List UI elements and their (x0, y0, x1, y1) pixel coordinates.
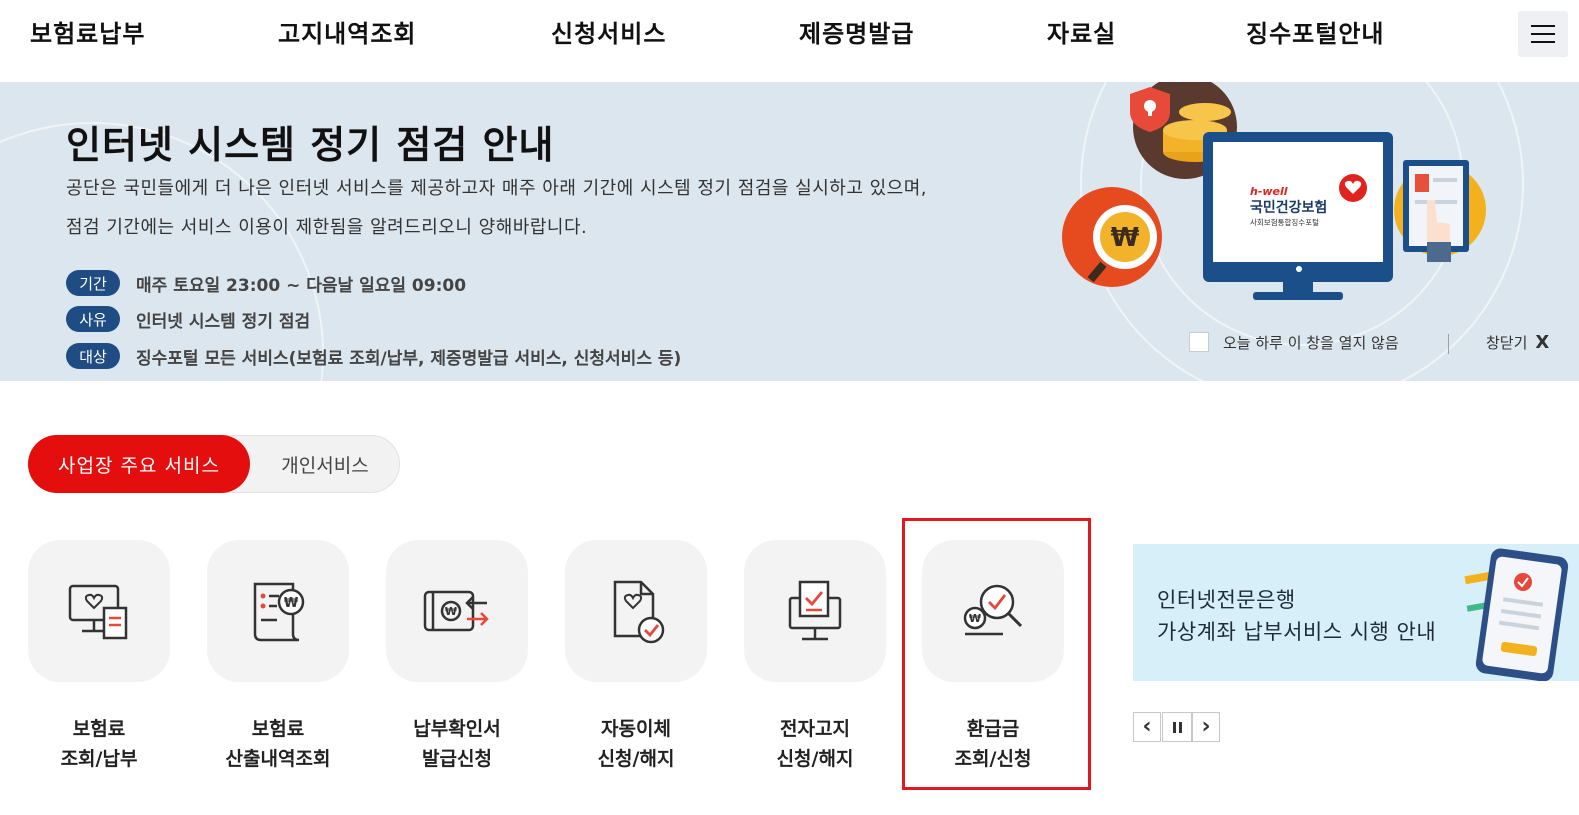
notice-banner: 인터넷 시스템 정기 점검 안내 공단은 국민들에게 더 나은 인터넷 서비스를… (0, 82, 1579, 381)
carousel-next-button[interactable]: › (1192, 712, 1220, 742)
service-label: 자동이체 신청/해지 (545, 714, 727, 774)
computer-check-icon (788, 580, 842, 641)
phone-bill-icon (1464, 548, 1569, 681)
document-check-icon (613, 580, 665, 644)
magnifier-won-icon: ₩ (963, 584, 1023, 636)
monitor-receipt-icon (68, 584, 128, 640)
service-label: 납부확인서 발급신청 (366, 714, 548, 774)
chevron-right-icon: › (1201, 714, 1211, 739)
notice-description-line2: 점검 기간에는 서비스 이용이 제한됨을 알려드리오니 양해바랍니다. (66, 217, 588, 238)
tab-personal-services[interactable]: 개인서비스 (251, 436, 399, 492)
service-label: 전자고지 신청/해지 (724, 714, 906, 774)
reason-tag: 사유 (66, 306, 120, 332)
hamburger-icon (1531, 25, 1555, 27)
card-won-transfer-icon: ₩ (423, 590, 489, 632)
service-tabs: 사업장 주요 서비스 개인서비스 (28, 435, 400, 493)
service-refund-inquiry[interactable]: ₩ 환급금 조회/신청 (922, 540, 1064, 770)
service-label: 보험료 산출내역조회 (187, 714, 369, 774)
notice-reason-row: 사유 인터넷 시스템 정기 점검 (66, 306, 310, 332)
close-banner-label: 창닫기 (1486, 333, 1528, 352)
service-label-line2: 발급신청 (422, 748, 492, 770)
svg-text:₩: ₩ (284, 596, 299, 611)
notice-period-row: 기간 매주 토요일 23:00 ~ 다음날 일요일 09:00 (66, 270, 466, 296)
notice-title: 인터넷 시스템 정기 점검 안내 (66, 123, 555, 167)
service-label-line1: 환급금 (966, 718, 1020, 740)
scroll-won-icon: ₩ (253, 582, 305, 642)
service-icon-box (565, 540, 707, 682)
service-label-line2: 조회/납부 (60, 748, 138, 770)
service-label-line1: 전자고지 (780, 718, 850, 740)
promo-line2: 가상계좌 납부서비스 시행 안내 (1157, 620, 1437, 644)
target-tag: 대상 (66, 343, 120, 369)
illustration-brand-small: h-well (1250, 185, 1288, 198)
illustration-brand-sub: 사회보험통합징수포털 (1250, 217, 1319, 227)
service-premium-calculation-detail[interactable]: ₩ 보험료 산출내역조회 (207, 540, 349, 770)
service-payment-certificate[interactable]: ₩ 납부확인서 발급신청 (386, 540, 528, 770)
svg-text:₩: ₩ (969, 612, 981, 625)
carousel-pause-button[interactable] (1162, 712, 1192, 742)
service-label-line1: 자동이체 (601, 718, 671, 740)
notice-illustration: ₩ h-well 국민건강보험 사회보험통합징수포털 (1062, 82, 1486, 300)
promo-line1: 인터넷전문은행 (1157, 588, 1296, 612)
pause-icon (1172, 721, 1182, 733)
promo-banner[interactable]: 인터넷전문은행 가상계좌 납부서비스 시행 안내 (1133, 544, 1579, 681)
service-icon-box: ₩ (386, 540, 528, 682)
nav-item-application-service[interactable]: 신청서비스 (551, 14, 666, 49)
tab-business-services[interactable]: 사업장 주요 서비스 (28, 435, 250, 493)
top-nav: 보험료납부 고지내역조회 신청서비스 제증명발급 자료실 징수포털안내 (0, 0, 1579, 82)
service-label: 보험료 조회/납부 (8, 714, 190, 774)
service-label: 환급금 조회/신청 (902, 714, 1084, 774)
service-label-line1: 보험료 (251, 718, 305, 740)
service-label-line2: 신청/해지 (776, 748, 854, 770)
nav-item-certificate-issuance[interactable]: 제증명발급 (799, 14, 914, 49)
dont-show-today-label: 오늘 하루 이 창을 열지 않음 (1223, 333, 1399, 352)
carousel-prev-button[interactable]: ‹ (1133, 712, 1161, 742)
service-label-line2: 신청/해지 (597, 748, 675, 770)
service-premium-inquiry-payment[interactable]: 보험료 조회/납부 (28, 540, 170, 770)
target-value: 징수포털 모든 서비스(보험료 조회/납부, 제증명발급 서비스, 신청서비스 … (136, 348, 682, 369)
notice-target-row: 대상 징수포털 모든 서비스(보험료 조회/납부, 제증명발급 서비스, 신청서… (66, 343, 681, 369)
service-label-line2: 산출내역조회 (225, 748, 331, 770)
hamburger-icon-bar (1531, 33, 1555, 35)
illustration-brand-main: 국민건강보험 (1250, 199, 1327, 216)
close-banner-button[interactable]: 창닫기 X (1486, 330, 1549, 354)
service-icon-box: ₩ (922, 540, 1064, 682)
dont-show-today-checkbox[interactable] (1189, 332, 1209, 352)
chevron-left-icon: ‹ (1142, 714, 1152, 739)
period-tag: 기간 (66, 270, 120, 296)
hamburger-icon-bar (1531, 41, 1555, 43)
reason-value: 인터넷 시스템 정기 점검 (136, 311, 311, 332)
nav-item-portal-guide[interactable]: 징수포털안내 (1246, 14, 1384, 49)
close-icon: X (1535, 331, 1550, 353)
nav-item-premium-payment[interactable]: 보험료납부 (30, 14, 145, 49)
service-label-line1: 납부확인서 (413, 718, 501, 740)
service-label-line1: 보험료 (72, 718, 126, 740)
service-label-line2: 조회/신청 (954, 748, 1032, 770)
banner-control-divider (1448, 334, 1449, 354)
hamburger-menu-button[interactable] (1518, 11, 1568, 57)
service-electronic-notice[interactable]: 전자고지 신청/해지 (744, 540, 886, 770)
svg-text:₩: ₩ (1111, 223, 1140, 253)
service-icon-box (744, 540, 886, 682)
dont-show-today[interactable]: 오늘 하루 이 창을 열지 않음 (1189, 330, 1399, 354)
period-value: 매주 토요일 23:00 ~ 다음날 일요일 09:00 (136, 275, 467, 296)
service-icon-box: ₩ (207, 540, 349, 682)
service-auto-transfer[interactable]: 자동이체 신청/해지 (565, 540, 707, 770)
service-icon-box (28, 540, 170, 682)
notice-description-line1: 공단은 국민들에게 더 나은 인터넷 서비스를 제공하고자 매주 아래 기간에 … (66, 178, 928, 199)
svg-text:₩: ₩ (445, 605, 457, 618)
nav-item-notice-inquiry[interactable]: 고지내역조회 (278, 14, 416, 49)
nav-item-archive[interactable]: 자료실 (1047, 14, 1116, 49)
